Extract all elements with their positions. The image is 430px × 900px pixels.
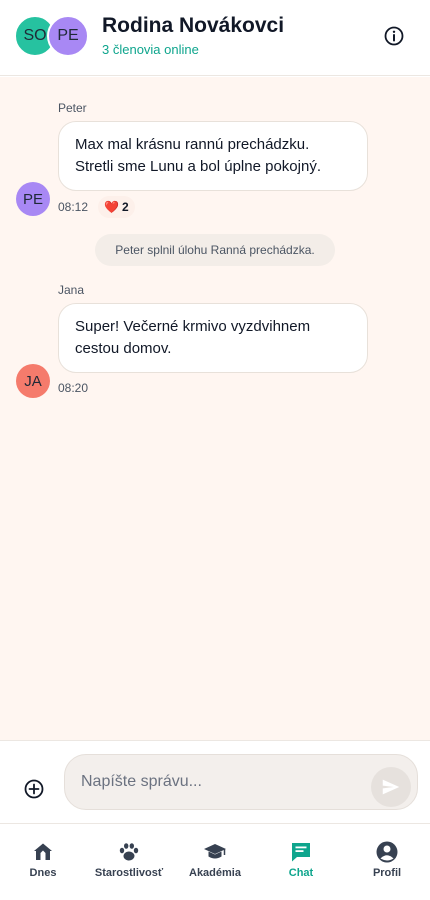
reaction-count: 2 [121, 200, 129, 214]
message-text-line: Max mal krásnu rannú prechádzku. [75, 136, 310, 153]
message-text-line: Super! Večerné krmivo vyzdvihnem [75, 318, 311, 335]
message-sender: Peter [58, 101, 87, 115]
message-avatar[interactable]: JA [16, 364, 50, 398]
home-icon [31, 840, 55, 864]
nav-item-dnes[interactable]: Dnes [0, 824, 86, 900]
nav-label: Chat [288, 867, 314, 879]
nav-label: Dnes [29, 867, 57, 879]
message-composer [0, 740, 430, 823]
paw-icon [117, 840, 141, 864]
nav-item-akademia[interactable]: Akadémia [172, 824, 258, 900]
avatar-pe[interactable]: PE [47, 15, 89, 57]
message-time: 08:20 [58, 381, 89, 395]
chat-header: SO PE Rodina Novákovci 3 členovia online [0, 0, 430, 76]
nav-label: Akadémia [189, 867, 241, 879]
nav-label: Profil [372, 867, 402, 879]
message-bubble[interactable]: Super! Večerné krmivo vyzdvihnem cestou … [58, 303, 368, 373]
nav-item-chat[interactable]: Chat [258, 824, 344, 900]
message-time: 08:12 [58, 200, 89, 214]
profile-icon [375, 840, 399, 864]
message-text-line: cestou domov. [75, 340, 172, 357]
bottom-nav: Dnes Starostlivosť Akadémia Chat Profil [0, 823, 430, 900]
heart-icon: ❤️ [104, 200, 119, 214]
nav-item-profil[interactable]: Profil [344, 824, 430, 900]
send-icon [382, 779, 400, 795]
message-input[interactable] [81, 755, 361, 809]
message-bubble[interactable]: Max mal krásnu rannú prechádzku. Stretli… [58, 121, 368, 191]
message-avatar[interactable]: PE [16, 182, 50, 216]
message-input-container [64, 754, 418, 810]
chat-title: Rodina Novákovci [102, 14, 285, 37]
message-text-line: Stretli sme Lunu a bol úplne pokojný. [75, 158, 321, 175]
system-message: Peter splnil úlohu Ranná prechádzka. [95, 234, 335, 266]
graduation-cap-icon [203, 840, 227, 864]
chat-icon [289, 840, 313, 864]
message-reaction[interactable]: ❤️ 2 [98, 196, 135, 218]
nav-label: Starostlivosť [94, 867, 164, 879]
plus-circle-icon[interactable] [24, 779, 44, 799]
info-icon[interactable] [384, 26, 404, 46]
send-button[interactable] [371, 767, 411, 807]
online-status: 3 členovia online [102, 42, 199, 57]
chat-messages[interactable]: Peter Max mal krásnu rannú prechádzku. S… [0, 77, 430, 740]
message-sender: Jana [58, 283, 85, 297]
nav-item-starostlivost[interactable]: Starostlivosť [86, 824, 172, 900]
